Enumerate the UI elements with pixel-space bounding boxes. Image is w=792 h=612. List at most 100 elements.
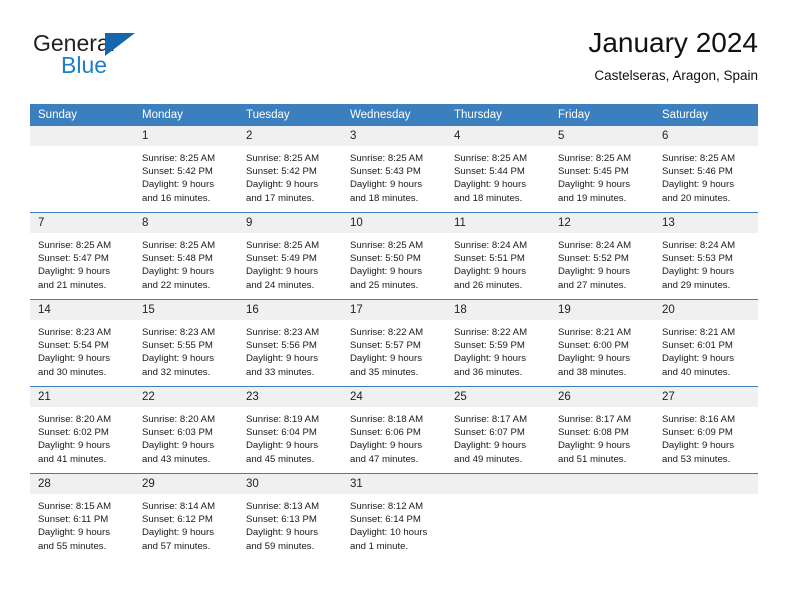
calendar-day-cell[interactable]: 8 Sunrise: 8:25 AM Sunset: 5:48 PM Daylight… xyxy=(134,212,238,300)
sunrise-text: Sunrise: 8:22 AM xyxy=(350,327,424,338)
day-details: Sunrise: 8:25 AM Sunset: 5:48 PM Daylight:… xyxy=(134,233,238,292)
daylight-text-line2: and 45 minutes. xyxy=(246,453,315,465)
daylight-text-line2: and 16 minutes. xyxy=(142,192,211,204)
sunrise-text: Sunrise: 8:25 AM xyxy=(558,153,632,164)
calendar-day-cell[interactable]: 18 Sunrise: 8:22 AM Sunset: 5:59 PM Dayligh… xyxy=(446,299,550,387)
calendar-day-cell[interactable]: 7 Sunrise: 8:25 AM Sunset: 5:47 PM Daylight… xyxy=(30,212,134,300)
empty-cell-body xyxy=(446,494,550,560)
daylight-text-line1: Daylight: 9 hours xyxy=(350,440,422,452)
day-number: 18 xyxy=(446,300,550,320)
calendar-day-cell[interactable]: 29 Sunrise: 8:14 AM Sunset: 6:12 PM Dayligh… xyxy=(134,473,238,560)
daylight-text-line1: Daylight: 9 hours xyxy=(454,179,526,191)
daylight-text-line2: and 17 minutes. xyxy=(246,192,315,204)
daylight-text-line2: and 41 minutes. xyxy=(38,453,107,465)
day-number: 28 xyxy=(30,474,134,494)
sunset-text: Sunset: 5:57 PM xyxy=(350,340,421,352)
sunset-text: Sunset: 6:00 PM xyxy=(558,340,629,352)
calendar-day-cell[interactable]: 28 Sunrise: 8:15 AM Sunset: 6:11 PM Dayligh… xyxy=(30,473,134,560)
calendar-week-row: 7 Sunrise: 8:25 AM Sunset: 5:47 PM Daylight… xyxy=(30,212,758,300)
calendar-day-cell[interactable]: 19 Sunrise: 8:21 AM Sunset: 6:00 PM Dayligh… xyxy=(550,299,654,387)
daylight-text-line1: Daylight: 9 hours xyxy=(246,179,318,191)
calendar-day-cell[interactable]: 15 Sunrise: 8:23 AM Sunset: 5:55 PM Dayligh… xyxy=(134,299,238,387)
calendar-day-cell[interactable]: 14 Sunrise: 8:23 AM Sunset: 5:54 PM Dayligh… xyxy=(30,299,134,387)
calendar-day-cell[interactable]: 17 Sunrise: 8:22 AM Sunset: 5:57 PM Dayligh… xyxy=(342,299,446,387)
empty-cell-body xyxy=(550,494,654,560)
sunrise-text: Sunrise: 8:25 AM xyxy=(662,153,736,164)
day-number: 22 xyxy=(134,387,238,407)
day-number: 31 xyxy=(342,474,446,494)
day-number xyxy=(550,474,654,494)
day-number xyxy=(30,126,134,146)
calendar-day-cell[interactable]: 23 Sunrise: 8:19 AM Sunset: 6:04 PM Dayligh… xyxy=(238,386,342,474)
calendar-day-cell[interactable]: 27 Sunrise: 8:16 AM Sunset: 6:09 PM Dayligh… xyxy=(654,386,758,474)
daylight-text-line2: and 27 minutes. xyxy=(558,279,627,291)
calendar-day-cell[interactable]: 1 Sunrise: 8:25 AM Sunset: 5:42 PM Daylight… xyxy=(134,126,238,213)
sunset-text: Sunset: 5:47 PM xyxy=(38,253,109,265)
calendar-day-cell[interactable]: 12 Sunrise: 8:24 AM Sunset: 5:52 PM Dayligh… xyxy=(550,212,654,300)
calendar-day-cell[interactable]: 26 Sunrise: 8:17 AM Sunset: 6:08 PM Dayligh… xyxy=(550,386,654,474)
daylight-text-line2: and 57 minutes. xyxy=(142,540,211,552)
daylight-text-line1: Daylight: 9 hours xyxy=(38,440,110,452)
sunrise-text: Sunrise: 8:21 AM xyxy=(558,327,632,338)
sunrise-text: Sunrise: 8:15 AM xyxy=(38,501,112,512)
sunset-text: Sunset: 5:48 PM xyxy=(142,253,213,265)
daylight-text-line2: and 35 minutes. xyxy=(350,366,419,378)
calendar-day-cell[interactable]: 5 Sunrise: 8:25 AM Sunset: 5:45 PM Daylight… xyxy=(550,126,654,213)
sunset-text: Sunset: 6:13 PM xyxy=(246,514,317,526)
calendar-day-cell[interactable]: 30 Sunrise: 8:13 AM Sunset: 6:13 PM Dayligh… xyxy=(238,473,342,560)
day-number: 2 xyxy=(238,126,342,146)
calendar-cell-empty xyxy=(30,126,134,213)
sunset-text: Sunset: 6:02 PM xyxy=(38,427,109,439)
daylight-text-line1: Daylight: 9 hours xyxy=(38,266,110,278)
day-details: Sunrise: 8:13 AM Sunset: 6:13 PM Daylight:… xyxy=(238,494,342,553)
day-details: Sunrise: 8:23 AM Sunset: 5:54 PM Daylight:… xyxy=(30,320,134,379)
sunrise-text: Sunrise: 8:21 AM xyxy=(662,327,736,338)
calendar-day-cell[interactable]: 2 Sunrise: 8:25 AM Sunset: 5:42 PM Daylight… xyxy=(238,126,342,213)
sunrise-text: Sunrise: 8:23 AM xyxy=(38,327,112,338)
daylight-text-line1: Daylight: 9 hours xyxy=(662,440,734,452)
calendar-day-cell[interactable]: 13 Sunrise: 8:24 AM Sunset: 5:53 PM Dayligh… xyxy=(654,212,758,300)
calendar-day-cell[interactable]: 4 Sunrise: 8:25 AM Sunset: 5:44 PM Daylight… xyxy=(446,126,550,213)
daylight-text-line2: and 36 minutes. xyxy=(454,366,523,378)
sunrise-text: Sunrise: 8:25 AM xyxy=(350,240,424,251)
day-details: Sunrise: 8:20 AM Sunset: 6:03 PM Daylight:… xyxy=(134,407,238,466)
sunset-text: Sunset: 6:03 PM xyxy=(142,427,213,439)
daylight-text-line1: Daylight: 9 hours xyxy=(246,527,318,539)
calendar-header-row: Sunday Monday Tuesday Wednesday Thursday… xyxy=(30,104,758,126)
calendar-cell-empty xyxy=(446,473,550,560)
calendar-day-cell[interactable]: 21 Sunrise: 8:20 AM Sunset: 6:02 PM Dayligh… xyxy=(30,386,134,474)
weekday-header-wednesday: Wednesday xyxy=(342,104,446,126)
calendar-day-cell[interactable]: 16 Sunrise: 8:23 AM Sunset: 5:56 PM Dayligh… xyxy=(238,299,342,387)
weekday-header-thursday: Thursday xyxy=(446,104,550,126)
calendar-day-cell[interactable]: 24 Sunrise: 8:18 AM Sunset: 6:06 PM Dayligh… xyxy=(342,386,446,474)
calendar-day-cell[interactable]: 20 Sunrise: 8:21 AM Sunset: 6:01 PM Dayligh… xyxy=(654,299,758,387)
sunrise-text: Sunrise: 8:14 AM xyxy=(142,501,216,512)
calendar-day-cell[interactable]: 31 Sunrise: 8:12 AM Sunset: 6:14 PM Dayligh… xyxy=(342,473,446,560)
day-details: Sunrise: 8:24 AM Sunset: 5:51 PM Daylight:… xyxy=(446,233,550,292)
day-details: Sunrise: 8:17 AM Sunset: 6:07 PM Daylight:… xyxy=(446,407,550,466)
day-number: 10 xyxy=(342,213,446,233)
calendar-day-cell[interactable]: 10 Sunrise: 8:25 AM Sunset: 5:50 PM Dayligh… xyxy=(342,212,446,300)
day-details: Sunrise: 8:25 AM Sunset: 5:44 PM Daylight:… xyxy=(446,146,550,205)
title-block: January 2024 Castelseras, Aragon, Spain xyxy=(588,26,758,86)
calendar-day-cell[interactable]: 6 Sunrise: 8:25 AM Sunset: 5:46 PM Daylight… xyxy=(654,126,758,213)
sunrise-text: Sunrise: 8:23 AM xyxy=(246,327,320,338)
sunset-text: Sunset: 5:46 PM xyxy=(662,166,733,178)
calendar-day-cell[interactable]: 11 Sunrise: 8:24 AM Sunset: 5:51 PM Dayligh… xyxy=(446,212,550,300)
day-number: 7 xyxy=(30,213,134,233)
daylight-text-line1: Daylight: 9 hours xyxy=(142,266,214,278)
calendar-day-cell[interactable]: 22 Sunrise: 8:20 AM Sunset: 6:03 PM Dayligh… xyxy=(134,386,238,474)
sunset-text: Sunset: 5:53 PM xyxy=(662,253,733,265)
sunset-text: Sunset: 5:42 PM xyxy=(246,166,317,178)
calendar-day-cell[interactable]: 3 Sunrise: 8:25 AM Sunset: 5:43 PM Daylight… xyxy=(342,126,446,213)
calendar-day-cell[interactable]: 25 Sunrise: 8:17 AM Sunset: 6:07 PM Dayligh… xyxy=(446,386,550,474)
day-number: 4 xyxy=(446,126,550,146)
daylight-text-line1: Daylight: 9 hours xyxy=(350,266,422,278)
calendar-day-cell[interactable]: 9 Sunrise: 8:25 AM Sunset: 5:49 PM Daylight… xyxy=(238,212,342,300)
day-details: Sunrise: 8:12 AM Sunset: 6:14 PM Daylight:… xyxy=(342,494,446,553)
daylight-text-line1: Daylight: 9 hours xyxy=(142,440,214,452)
day-number: 3 xyxy=(342,126,446,146)
sunset-text: Sunset: 6:06 PM xyxy=(350,427,421,439)
sunset-text: Sunset: 5:43 PM xyxy=(350,166,421,178)
sunset-text: Sunset: 5:51 PM xyxy=(454,253,525,265)
